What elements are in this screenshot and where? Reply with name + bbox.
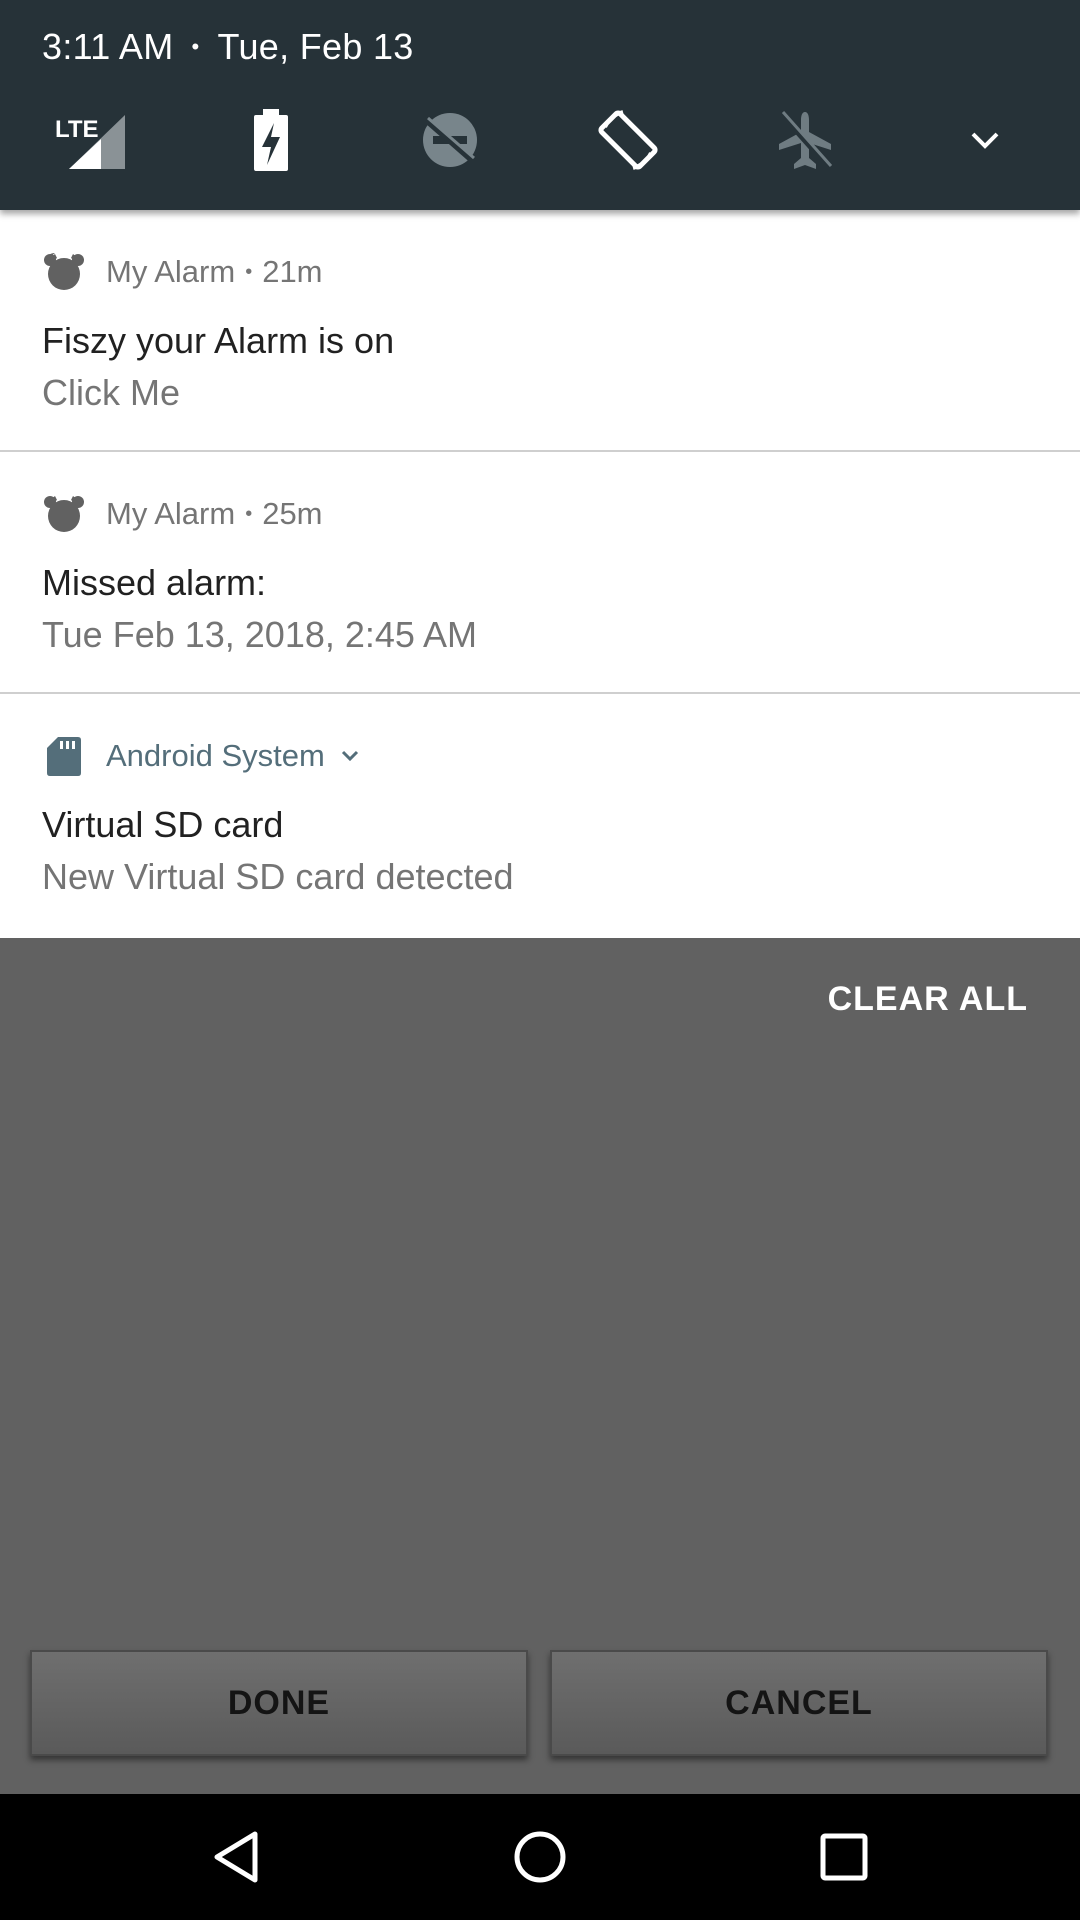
notification-app-name: My Alarm — [106, 496, 236, 531]
notification-dot: • — [245, 502, 253, 525]
notification-header: My Alarm • 25m — [42, 492, 323, 536]
navigation-bar — [0, 1794, 1080, 1920]
clear-all-button[interactable]: CLEAR ALL — [828, 980, 1028, 1019]
notification-missed-alarm[interactable]: My Alarm • 25m Missed alarm: Tue Feb 13,… — [0, 452, 1080, 694]
lte-label: LTE — [55, 116, 99, 143]
notification-alarm-on[interactable]: My Alarm • 21m Fiszy your Alarm is on Cl… — [0, 210, 1080, 452]
date-separator: • — [191, 34, 200, 59]
notification-app-name: My Alarm — [106, 254, 236, 289]
expand-chevron-icon[interactable] — [940, 100, 1030, 180]
date-time[interactable]: 3:11 AM • Tue, Feb 13 — [42, 26, 414, 68]
notification-dot: • — [245, 260, 253, 283]
home-icon[interactable] — [500, 1817, 580, 1897]
notification-header: Android System — [42, 734, 361, 778]
notification-text: New Virtual SD card detected — [42, 856, 514, 897]
notification-title: Fiszy your Alarm is on — [42, 320, 395, 361]
notification-text: Tue Feb 13, 2018, 2:45 AM — [42, 614, 477, 655]
notification-time: 21m — [262, 254, 323, 289]
auto-rotate-icon[interactable] — [583, 100, 673, 180]
battery-charging-icon[interactable] — [226, 100, 316, 180]
date-text: Tue, Feb 13 — [217, 26, 414, 67]
back-icon[interactable] — [196, 1817, 276, 1897]
clock-time: 3:11 AM — [42, 26, 174, 67]
cancel-button[interactable]: CANCEL — [550, 1650, 1048, 1756]
recents-icon[interactable] — [804, 1817, 884, 1897]
notification-app-name: Android System — [106, 738, 325, 773]
screen: 3:11 AM • Tue, Feb 13 LTE My Alarm • 21m… — [0, 0, 1080, 1920]
expand-notification-chevron-icon[interactable] — [339, 748, 361, 764]
notification-time: 25m — [262, 496, 323, 531]
sd-card-icon — [42, 734, 86, 778]
alarm-clock-icon — [42, 250, 86, 294]
notification-title: Virtual SD card — [42, 804, 284, 845]
do-not-disturb-off-icon[interactable] — [405, 100, 495, 180]
signal-lte-icon[interactable]: LTE — [45, 100, 135, 180]
notification-virtual-sd-card[interactable]: Android System Virtual SD card New Virtu… — [0, 694, 1080, 938]
airplane-mode-off-icon[interactable] — [760, 100, 850, 180]
notification-title: Missed alarm: — [42, 562, 267, 603]
notification-text: Click Me — [42, 372, 181, 413]
quick-settings-header: 3:11 AM • Tue, Feb 13 LTE — [0, 0, 1080, 210]
notification-header: My Alarm • 21m — [42, 250, 323, 294]
quick-settings-tiles: LTE — [0, 100, 1080, 180]
alarm-clock-icon — [42, 492, 86, 536]
done-button[interactable]: DONE — [30, 1650, 528, 1756]
